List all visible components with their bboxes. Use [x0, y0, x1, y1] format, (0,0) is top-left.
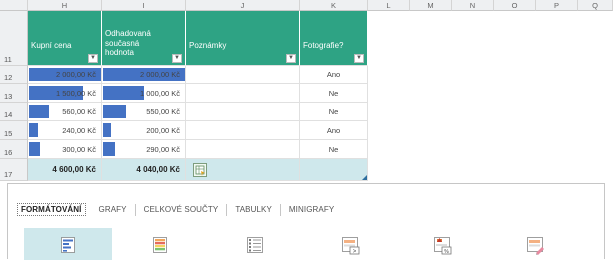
column-header-i[interactable]: I — [102, 0, 186, 11]
row-header-17[interactable]: 17 — [0, 159, 28, 181]
cell-value: 1 000,00 Kč — [139, 88, 180, 98]
tab-charts[interactable]: GRAFY — [91, 205, 135, 214]
column-header-l[interactable]: L — [368, 0, 410, 11]
column-header-k[interactable]: K — [300, 0, 368, 11]
estimated-value-cell[interactable]: 2 000,00 Kč — [102, 66, 186, 84]
cell-value: 2 000,00 Kč — [139, 70, 180, 79]
option-data-bars[interactable] — [24, 228, 112, 260]
purchase-price-cell[interactable]: 560,00 Kč — [28, 103, 102, 121]
quick-analysis-tabs: FORMÁTOVÁNÍ GRAFY CELKOVÉ SOUČTY TABULKY… — [17, 203, 342, 216]
row-header-12[interactable]: 12 — [0, 66, 28, 84]
column-header-n[interactable]: N — [452, 0, 494, 11]
svg-text:%: % — [444, 249, 449, 255]
column-header-p[interactable]: P — [536, 0, 578, 11]
notes-cell[interactable] — [186, 84, 300, 103]
photo-cell[interactable]: Ne — [300, 84, 368, 103]
photo-cell[interactable]: Ano — [300, 66, 368, 84]
cell-value: 290,00 Kč — [146, 144, 180, 154]
header-estimated-value[interactable]: Odhadovaná současná hodnota ▼ — [102, 11, 186, 66]
row-header-14[interactable]: 14 — [0, 103, 28, 121]
data-bar — [29, 142, 40, 156]
filter-dropdown-button[interactable]: ▼ — [88, 54, 98, 63]
column-header-m[interactable]: M — [410, 0, 452, 11]
estimated-value-cell[interactable]: 290,00 Kč — [102, 140, 186, 159]
tab-formatting[interactable]: FORMÁTOVÁNÍ — [17, 203, 86, 216]
row-header-11[interactable]: 11 — [0, 11, 28, 66]
resize-handle-icon[interactable] — [362, 175, 367, 180]
filter-dropdown-button[interactable]: ▼ — [286, 54, 296, 63]
column-header-h[interactable]: H — [28, 0, 102, 11]
data-bar — [103, 86, 144, 100]
quick-analysis-button[interactable] — [193, 163, 207, 177]
icon-set-icon — [247, 237, 263, 253]
header-purchase-price-label: Kupní cena — [31, 41, 72, 50]
data-bar — [29, 123, 38, 137]
total-purchase-price[interactable]: 4 600,00 Kč — [28, 159, 102, 181]
spreadsheet-grid: H I J K L M N O P Q 11 12 13 14 15 16 17… — [0, 0, 613, 183]
notes-cell[interactable] — [186, 103, 300, 121]
data-bar — [103, 142, 115, 156]
row-header-16[interactable]: 16 — [0, 140, 28, 159]
option-greater-than[interactable]: > — [326, 228, 376, 260]
estimated-value-cell[interactable]: 550,00 Kč — [102, 103, 186, 121]
estimated-value-cell[interactable]: 200,00 Kč — [102, 121, 186, 140]
filter-dropdown-button[interactable]: ▼ — [354, 54, 364, 63]
purchase-price-cell[interactable]: 1 500,00 Kč — [28, 84, 102, 103]
clear-format-icon — [527, 237, 544, 255]
cell-value: 300,00 Kč — [62, 144, 96, 154]
header-estimated-value-label: Odhadovaná současná hodnota — [105, 29, 151, 57]
total-photo-cell[interactable] — [300, 159, 368, 181]
filter-dropdown-button[interactable]: ▼ — [172, 54, 182, 63]
cell-value: 200,00 Kč — [146, 125, 180, 135]
header-notes-label: Poznámky — [189, 41, 227, 50]
header-purchase-price[interactable]: Kupní cena ▼ — [28, 11, 102, 66]
column-header-o[interactable]: O — [494, 0, 536, 11]
purchase-price-cell[interactable]: 300,00 Kč — [28, 140, 102, 159]
total-estimated-value[interactable]: 4 040,00 Kč — [102, 159, 186, 181]
color-scale-icon — [153, 237, 167, 253]
estimated-value-cell[interactable]: 1 000,00 Kč — [102, 84, 186, 103]
purchase-price-cell[interactable]: 2 000,00 Kč — [28, 66, 102, 84]
header-notes[interactable]: Poznámky ▼ — [186, 11, 300, 66]
column-header-j[interactable]: J — [186, 0, 300, 11]
data-bar — [103, 105, 126, 118]
purchase-price-cell[interactable]: 240,00 Kč — [28, 121, 102, 140]
row-header-15[interactable]: 15 — [0, 121, 28, 140]
svg-text:>: > — [353, 249, 357, 255]
cell-value: 1 500,00 Kč — [55, 88, 96, 98]
top-percent-icon: % — [434, 237, 452, 255]
photo-cell[interactable]: Ne — [300, 103, 368, 121]
greater-than-icon: > — [342, 237, 360, 255]
data-bar — [29, 105, 49, 118]
tab-sparklines[interactable]: MINIGRAFY — [281, 205, 342, 214]
data-bar — [103, 123, 111, 137]
column-header-q[interactable]: Q — [578, 0, 613, 11]
header-photo-label: Fotografie? — [303, 41, 344, 50]
cell-value: 240,00 Kč — [62, 125, 96, 135]
notes-cell[interactable] — [186, 66, 300, 84]
select-all-corner[interactable] — [0, 0, 28, 11]
cell-value: 550,00 Kč — [146, 107, 180, 116]
data-bars-icon — [61, 237, 75, 253]
row-header-13[interactable]: 13 — [0, 84, 28, 103]
photo-cell[interactable]: Ne — [300, 140, 368, 159]
cell-value: 560,00 Kč — [62, 107, 96, 116]
header-photo[interactable]: Fotografie? ▼ — [300, 11, 368, 66]
quick-analysis-panel: FORMÁTOVÁNÍ GRAFY CELKOVÉ SOUČTY TABULKY… — [7, 183, 605, 260]
quick-analysis-icon — [195, 165, 205, 176]
tab-totals[interactable]: CELKOVÉ SOUČTY — [136, 205, 227, 214]
tab-tables[interactable]: TABULKY — [227, 205, 280, 214]
notes-cell[interactable] — [186, 140, 300, 159]
option-icon-set[interactable] — [230, 228, 280, 260]
photo-cell[interactable]: Ano — [300, 121, 368, 140]
cell-value: 2 000,00 Kč — [55, 70, 96, 79]
option-top-percent[interactable]: % — [418, 228, 468, 260]
notes-cell[interactable] — [186, 121, 300, 140]
option-color-scale[interactable] — [135, 228, 185, 260]
option-clear-format[interactable] — [511, 228, 561, 260]
